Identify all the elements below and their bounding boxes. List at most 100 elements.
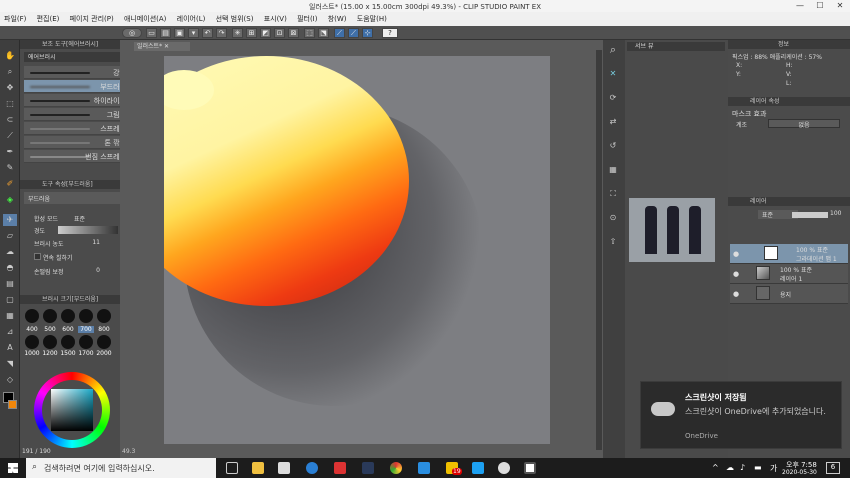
eye-icon[interactable]: ● [733, 270, 739, 278]
ime-lang[interactable]: 가 [770, 463, 777, 474]
subtool-item[interactable]: 스프레이 [24, 122, 134, 135]
onedrive-tray-icon[interactable]: ☁ [726, 463, 734, 472]
menu-animation[interactable]: 애니메이션(A) [120, 12, 170, 24]
subtool-item[interactable]: 그림자 [24, 108, 134, 121]
network-icon[interactable]: ▬ [754, 463, 762, 472]
menu-filter[interactable]: 필터(I) [293, 12, 321, 24]
search-box[interactable]: ⌕ 검색하려면 여기에 입력하십시오. [26, 458, 216, 478]
blend-value[interactable]: 표준 [74, 214, 85, 223]
store-icon[interactable] [278, 462, 290, 474]
nav-reset-icon[interactable]: ↺ [606, 140, 620, 152]
brush-size-dot[interactable] [97, 335, 111, 349]
menu-view[interactable]: 표시(V) [260, 12, 291, 24]
density-value[interactable]: 11 [92, 239, 100, 246]
info-tab-subview[interactable]: 서브 뷰 [627, 42, 725, 51]
app-icon[interactable] [334, 462, 346, 474]
canvas[interactable] [164, 56, 550, 444]
gradient-icon[interactable]: ▤ [3, 278, 17, 290]
windows-start-icon[interactable] [8, 463, 18, 473]
nav-grid-icon[interactable]: ▦ [606, 164, 620, 176]
border-dropdown[interactable]: 없음 [768, 119, 840, 129]
snap-special-ruler-icon[interactable]: ⟋ [348, 28, 359, 38]
brush-icon[interactable]: ✐ [3, 178, 17, 190]
balloon-icon[interactable]: ◥ [3, 358, 17, 370]
eyedropper-icon[interactable]: ⟋ [3, 130, 17, 142]
file-explorer-icon[interactable] [252, 462, 264, 474]
steam-icon[interactable] [362, 462, 374, 474]
correct-line-icon[interactable]: ◇ [3, 374, 17, 386]
close-button[interactable]: ✕ [830, 1, 850, 10]
lasso-icon[interactable]: ⊂ [3, 114, 17, 126]
eye-icon[interactable]: ● [733, 250, 739, 258]
brush-size-dot[interactable] [43, 335, 57, 349]
redo-icon[interactable]: ↷ [216, 28, 227, 38]
nav-rotate-icon[interactable]: ⟳ [606, 92, 620, 104]
brush-size-dot[interactable] [79, 335, 93, 349]
transform-icon[interactable]: ⊞ [246, 28, 257, 38]
mail-icon[interactable] [418, 462, 430, 474]
move-icon[interactable]: ✥ [3, 82, 17, 94]
tray-chevron-icon[interactable]: ^ [712, 463, 719, 472]
selection-icon[interactable]: ⬚ [3, 98, 17, 110]
screenshot-toast[interactable]: 스크린샷이 저장됨 스크린샷이 OneDrive에 추가되었습니다. OneDr… [640, 381, 842, 449]
menu-layer[interactable]: 레이어(L) [173, 12, 210, 24]
layer-row[interactable]: ● 용지 [730, 284, 848, 304]
brush-size-dot[interactable] [43, 309, 57, 323]
snap-ruler-icon[interactable]: ⟋ [334, 28, 345, 38]
nav-fullscreen-icon[interactable]: ⛶ [606, 188, 620, 200]
zoom-readout[interactable]: 49.3 [122, 448, 135, 455]
help-icon[interactable]: ? [382, 28, 398, 38]
zoom-icon[interactable]: ⌕ [3, 66, 17, 78]
opacity-value[interactable]: 100 [830, 210, 841, 217]
maximize-button[interactable]: ☐ [810, 1, 830, 10]
clip-paint-taskbar-icon[interactable] [524, 462, 536, 474]
stabilize-value[interactable]: 0 [96, 267, 100, 274]
notification-icon[interactable]: 6 [826, 462, 840, 474]
task-view-icon[interactable] [226, 462, 238, 474]
fill-tool-icon[interactable]: ◓ [3, 262, 17, 274]
pencil-icon[interactable]: ✎ [3, 162, 17, 174]
fill-icon[interactable]: ◩ [260, 28, 271, 38]
brush-size-dot[interactable] [61, 309, 75, 323]
vertical-scrollbar[interactable] [596, 50, 602, 450]
nav-fit-icon[interactable]: ✕ [606, 68, 620, 80]
subtool-item[interactable]: 톤 깎기 [24, 136, 134, 149]
brush-size-dot[interactable] [25, 309, 39, 323]
pen-icon[interactable]: ✒ [3, 146, 17, 158]
menu-help[interactable]: 도움말(H) [353, 12, 391, 24]
deselect-icon[interactable]: ⊠ [288, 28, 299, 38]
layer-row-selected[interactable]: ● 100 % 표준 그라데이션 맵 1 [730, 244, 848, 264]
airbrush-icon[interactable]: ✈ [3, 214, 17, 226]
saturation-square[interactable] [51, 389, 93, 431]
brush-size-dot[interactable] [79, 309, 93, 323]
sub-color-swatch[interactable] [8, 400, 17, 409]
nav-pin-icon[interactable]: ⇧ [606, 236, 620, 248]
opacity-slider[interactable] [792, 212, 828, 218]
menu-file[interactable]: 파일(F) [0, 12, 30, 24]
subtool-item[interactable]: 하이라이트 [24, 94, 134, 107]
decoration-icon[interactable]: ◈ [3, 194, 17, 206]
subtool-item-selected[interactable]: 부드러움 [24, 80, 134, 93]
edge-icon[interactable] [306, 462, 318, 474]
invert-icon[interactable]: ⬔ [318, 28, 329, 38]
frame-icon[interactable]: ▦ [3, 310, 17, 322]
blend-icon[interactable]: ☁ [3, 246, 17, 258]
clip-studio-taskbar-icon[interactable] [498, 462, 510, 474]
layer-row[interactable]: ● 100 % 표준 레이어 1 [730, 264, 848, 284]
nav-flip-icon[interactable]: ⇄ [606, 116, 620, 128]
chrome-icon[interactable] [390, 462, 402, 474]
crop-icon[interactable]: ⊡ [274, 28, 285, 38]
brush-size-dot[interactable] [97, 309, 111, 323]
brush-size-dot[interactable] [25, 335, 39, 349]
subview-image[interactable] [629, 198, 715, 262]
menu-edit[interactable]: 편집(E) [33, 12, 64, 24]
snap-grid-icon[interactable]: ⊹ [362, 28, 373, 38]
info-tab[interactable]: 정보 [728, 40, 850, 49]
ruler-icon[interactable]: ⊿ [3, 326, 17, 338]
clock-date[interactable]: 2020-05-30 [782, 469, 817, 476]
subtool-item[interactable]: 번짐 스프레이 [24, 150, 134, 163]
volume-icon[interactable]: ♪ [740, 463, 745, 472]
figure-icon[interactable]: ▢ [3, 294, 17, 306]
clear-icon[interactable]: ✳ [232, 28, 243, 38]
subtool-item[interactable]: 강함 [24, 66, 134, 79]
